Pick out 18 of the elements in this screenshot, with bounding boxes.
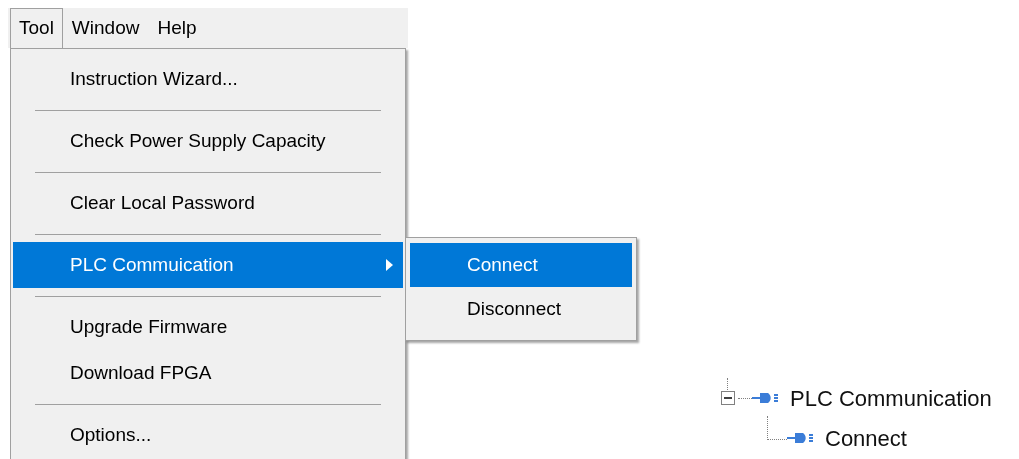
plug-icon bbox=[787, 430, 813, 446]
menu-item[interactable]: Check Power Supply Capacity bbox=[13, 118, 403, 164]
menu-item[interactable]: Clear Local Password bbox=[13, 180, 403, 226]
menu-item[interactable]: Instruction Wizard... bbox=[13, 56, 403, 102]
menu-item[interactable]: Options... bbox=[13, 412, 403, 458]
collapse-icon[interactable] bbox=[721, 391, 735, 405]
menu-bar-item[interactable]: Tool bbox=[10, 8, 63, 48]
menu-bar-item[interactable]: Help bbox=[148, 8, 206, 48]
menu-item[interactable]: Disconnect bbox=[410, 287, 632, 331]
submenu-arrow-icon bbox=[386, 259, 393, 271]
menu-item[interactable]: Download FPGA bbox=[13, 350, 403, 396]
tree-node[interactable]: Connect bbox=[825, 421, 907, 455]
menu-item[interactable]: Upgrade Firmware bbox=[13, 304, 403, 350]
menu-item[interactable]: PLC Commuication bbox=[13, 242, 403, 288]
menu-item[interactable]: Connect bbox=[410, 243, 632, 287]
tree-node[interactable]: PLC Communication bbox=[790, 381, 992, 415]
plug-icon bbox=[752, 390, 778, 406]
menu-bar-item[interactable]: Window bbox=[62, 8, 149, 48]
